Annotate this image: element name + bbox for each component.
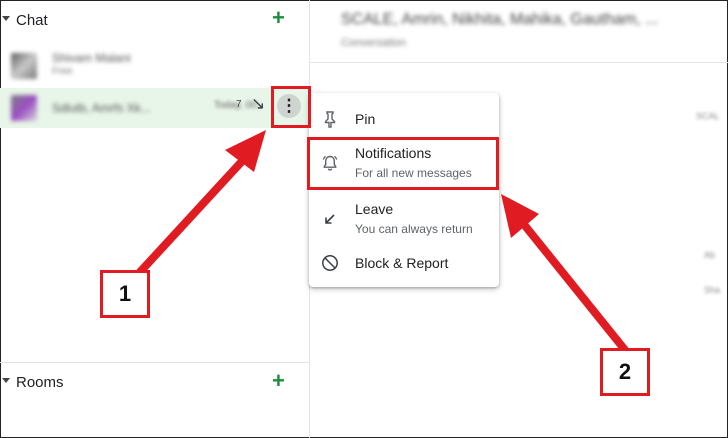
step-2-label: 2 bbox=[600, 348, 650, 396]
step-1-label: 1 bbox=[100, 270, 150, 318]
arrow-to-more-button bbox=[136, 130, 266, 276]
arrow-to-notifications bbox=[501, 194, 629, 354]
